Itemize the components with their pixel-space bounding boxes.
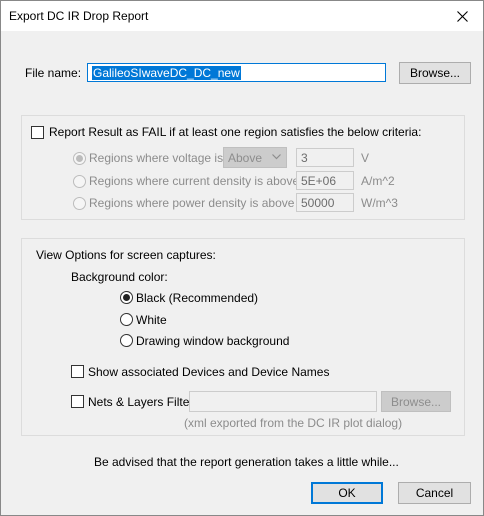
- current-density-label: Regions where current density is above: [89, 174, 300, 188]
- report-fail-checkbox[interactable]: [31, 126, 44, 139]
- report-fail-label: Report Result as FAIL if at least one re…: [49, 125, 422, 139]
- close-button[interactable]: [447, 3, 477, 29]
- nets-hint: (xml exported from the DC IR plot dialog…: [184, 416, 403, 430]
- bg-black-label: Black (Recommended): [136, 291, 259, 305]
- show-devices-label: Show associated Devices and Device Names: [88, 365, 330, 379]
- power-density-value: 50000: [301, 195, 335, 210]
- nets-layers-filter-checkbox[interactable]: [71, 395, 84, 408]
- voltage-comparator-select[interactable]: Above: [223, 147, 287, 168]
- view-options-label: View Options for screen captures:: [36, 248, 216, 262]
- advice-text: Be advised that the report generation ta…: [94, 455, 399, 469]
- bg-white-radio[interactable]: [120, 313, 133, 326]
- power-density-label: Regions where power density is above: [89, 196, 295, 210]
- show-devices-checkbox[interactable]: [71, 365, 84, 378]
- nets-browse-button[interactable]: Browse...: [381, 391, 451, 412]
- voltage-label: Regions where voltage is: [89, 151, 224, 165]
- export-dialog: Export DC IR Drop Report File name: Gali…: [0, 0, 484, 516]
- power-density-unit: W/m^3: [361, 196, 398, 210]
- power-density-radio[interactable]: [73, 197, 86, 210]
- voltage-radio[interactable]: [73, 152, 86, 165]
- current-density-unit: A/m^2: [361, 174, 395, 188]
- browse-file-button[interactable]: Browse...: [399, 62, 471, 84]
- current-density-value: 5E+06: [301, 173, 337, 188]
- cancel-button[interactable]: Cancel: [398, 482, 471, 504]
- voltage-value: 3: [301, 150, 308, 165]
- file-name-value: GalileoSIwaveDC_DC_new: [92, 65, 241, 80]
- dialog-title: Export DC IR Drop Report: [9, 9, 149, 23]
- bg-drawing-window-label: Drawing window background: [136, 334, 290, 348]
- power-density-input[interactable]: 50000: [296, 193, 354, 212]
- nets-layers-filter-label: Nets & Layers Filter:: [88, 395, 197, 409]
- bg-drawing-window-radio[interactable]: [120, 334, 133, 347]
- current-density-input[interactable]: 5E+06: [296, 171, 354, 190]
- file-name-input[interactable]: GalileoSIwaveDC_DC_new: [87, 63, 386, 82]
- voltage-value-input[interactable]: 3: [296, 148, 354, 167]
- bg-white-label: White: [136, 313, 167, 327]
- bg-black-radio[interactable]: [120, 291, 133, 304]
- chevron-down-icon: [272, 154, 281, 160]
- current-density-radio[interactable]: [73, 175, 86, 188]
- file-name-label: File name:: [25, 66, 82, 80]
- voltage-unit: V: [361, 151, 370, 165]
- ok-button[interactable]: OK: [311, 482, 383, 504]
- close-icon: [456, 10, 468, 22]
- voltage-comparator-value: Above: [228, 150, 263, 165]
- nets-layers-filter-input[interactable]: [189, 391, 377, 412]
- title-bar: Export DC IR Drop Report: [1, 1, 483, 31]
- background-color-label: Background color:: [71, 270, 168, 284]
